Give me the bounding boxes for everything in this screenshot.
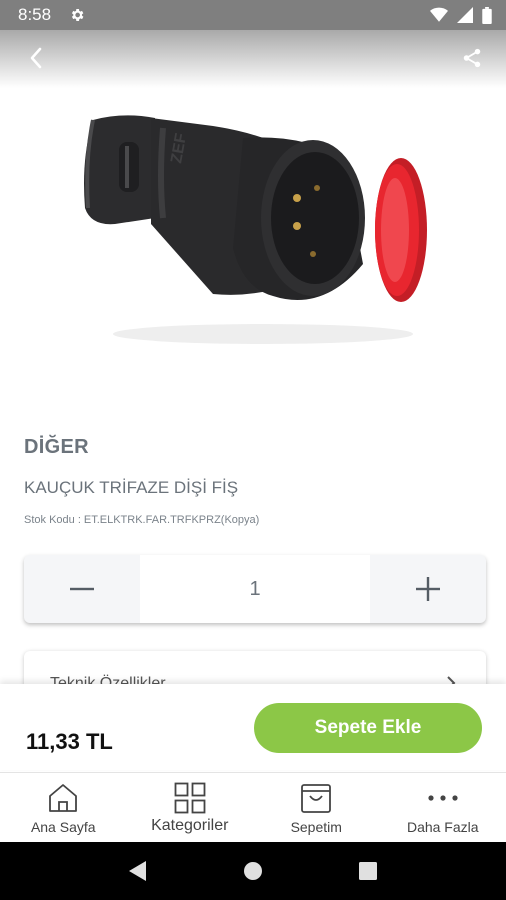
nav-label-home: Ana Sayfa [30,819,96,835]
nav-item-more[interactable]: Daha Fazla [380,773,506,842]
status-icons [430,6,492,24]
nav-label-more: Daha Fazla [406,819,479,835]
back-button[interactable] [14,36,58,80]
system-recents-button[interactable] [348,851,388,891]
header-shade [0,30,506,88]
nav-item-cart[interactable]: Sepetim [253,773,380,842]
chevron-left-icon [30,47,42,69]
back-triangle-icon [128,861,146,881]
nav-item-home[interactable]: Ana Sayfa [0,773,127,842]
grid-icon [174,782,206,814]
recents-square-icon [359,862,378,880]
decrement-button[interactable] [24,555,140,623]
signal-icon [457,7,473,23]
cart-bag-icon [301,784,332,813]
wifi-icon [430,7,448,22]
status-time: 8:58 [18,5,52,24]
settings-gear-icon [69,7,85,23]
system-nav-bar [0,842,506,900]
product-name: KAUÇUK TRİFAZE DİŞİ FİŞ [24,478,239,497]
more-dots-icon [428,795,458,801]
plus-icon [416,577,440,601]
minus-icon [70,587,94,591]
stock-code-label: Stok Kodu : [24,514,81,526]
product-price: 11,33 TL [26,729,113,754]
quantity-stepper: 1 [24,555,486,623]
product-detail-screen: 8:58 ZEF DİĞER KAUÇUK TRİFAZE DİŞİ FİŞ S… [0,0,506,900]
home-circle-icon [243,862,262,880]
stock-code-value: ET.ELKTRK.FAR.TRFKPRZ(Kopya) [83,514,260,526]
buy-bar: 11,33 TL Sepete Ekle [0,684,506,770]
battery-icon [482,6,492,24]
nav-label-categories: Kategoriler [151,817,229,834]
share-button[interactable] [450,36,494,80]
quantity-value[interactable]: 1 [140,555,370,623]
product-image: ZEF [63,98,443,410]
bottom-nav: Ana Sayfa Kategoriler Sepetim Daha Fazla [0,772,506,842]
increment-button[interactable] [370,555,486,623]
product-brand: DİĞER [24,436,89,458]
nav-label-cart: Sepetim [290,819,342,835]
share-icon [463,48,481,68]
system-back-button[interactable] [118,851,158,891]
stock-code: Stok Kodu : ET.ELKTRK.FAR.TRFKPRZ(Kopya) [24,514,262,526]
system-home-button[interactable] [233,851,273,891]
nav-item-categories[interactable]: Kategoriler [127,773,254,842]
add-to-cart-button[interactable]: Sepete Ekle [254,703,482,753]
home-icon [49,784,78,812]
status-bar: 8:58 [0,0,506,30]
